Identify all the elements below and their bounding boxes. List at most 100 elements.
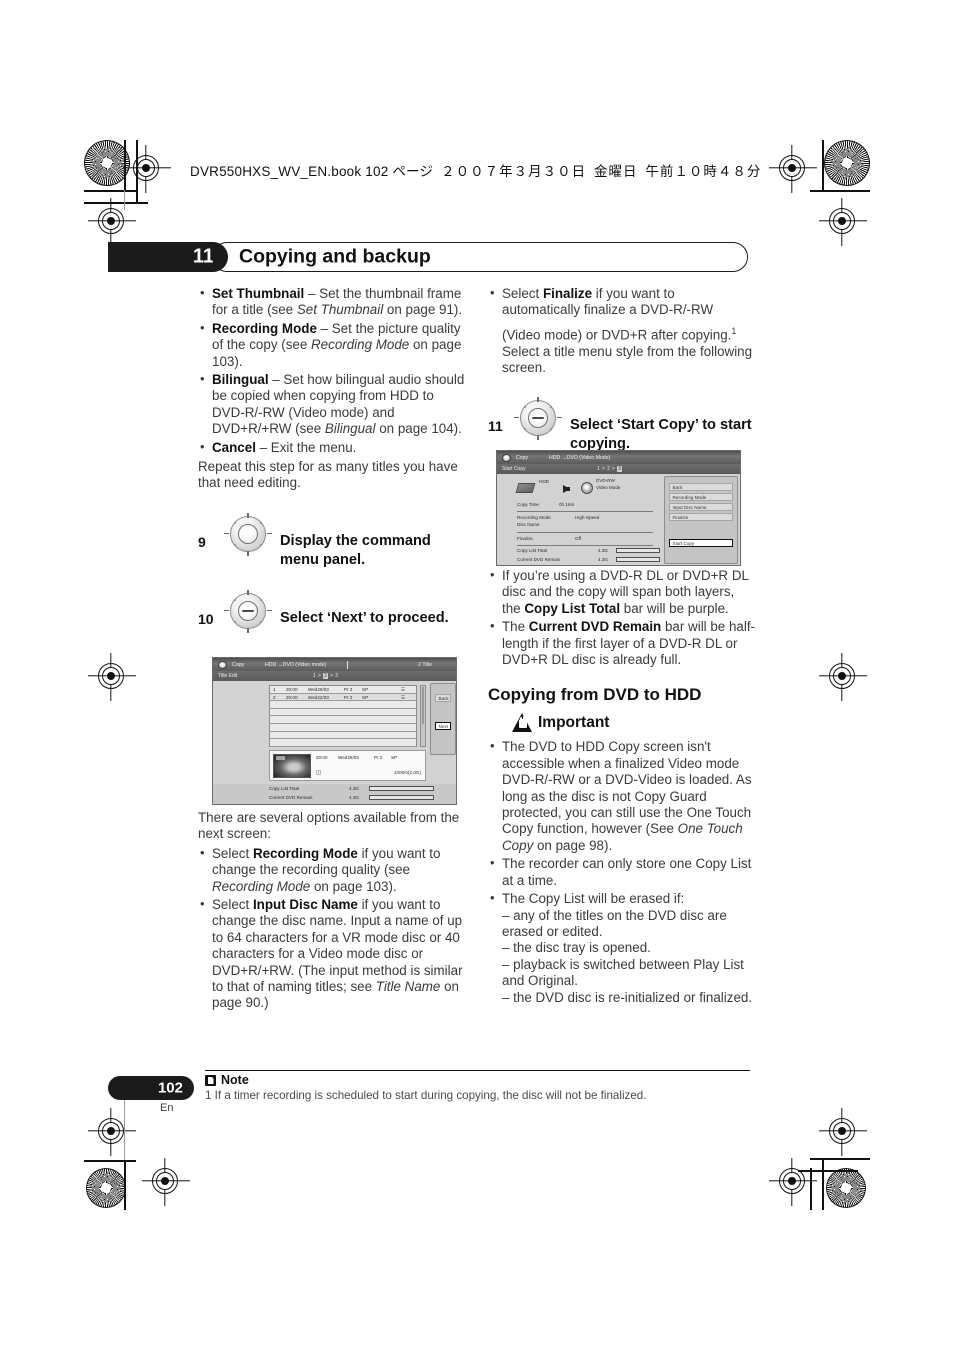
figure2-start-copy-button[interactable]: Start Copy bbox=[669, 539, 733, 547]
step-11: 11 Select ‘Start Copy’ to start copying. bbox=[488, 396, 756, 454]
bullet-italic-ref: Recording Mode bbox=[311, 337, 410, 353]
figure2-app-label: Copy bbox=[516, 454, 529, 461]
figure1-scrollbar[interactable] bbox=[420, 685, 426, 747]
important-bullets: The DVD to HDD Copy screen isn't accessi… bbox=[488, 738, 756, 1006]
disc-icon bbox=[218, 660, 227, 669]
running-header-page: 102 ページ bbox=[365, 164, 434, 179]
copy-list-total-bar bbox=[616, 547, 660, 554]
step-10: 10 Select ‘Next’ to proceed. bbox=[198, 589, 466, 633]
step-11-number: 11 bbox=[488, 417, 503, 434]
running-header-weekday: 金曜日 bbox=[594, 164, 638, 179]
chapter-title-pill: Copying and backup bbox=[212, 242, 748, 272]
step-10-text: Select ‘Next’ to proceed. bbox=[280, 609, 449, 626]
erase-condition: – the disc tray is opened. bbox=[502, 940, 651, 956]
figure1-title-list: 1 20:00 Wed29/03 Pr 2 SP ☰ 2 20:00 Wed22… bbox=[269, 685, 417, 747]
list-item: The DVD to HDD Copy screen isn't accessi… bbox=[488, 738, 756, 854]
dpad-enter-icon bbox=[224, 512, 272, 556]
page-number: 102 bbox=[157, 1079, 183, 1097]
list-item: Select Recording Mode if you want to cha… bbox=[198, 845, 466, 895]
figure1-app-label: Copy bbox=[232, 661, 245, 668]
list-item: If you’re using a DVD-R DL or DVD+R DL d… bbox=[488, 567, 756, 617]
bullet-term: Cancel bbox=[212, 439, 256, 455]
list-item: The Copy List will be erased if: – any o… bbox=[488, 890, 756, 1006]
current-dvd-remain-bar bbox=[616, 556, 660, 563]
list-item: The recorder can only store one Copy Lis… bbox=[488, 855, 756, 889]
table-row-empty bbox=[270, 724, 416, 732]
current-dvd-remain-bar bbox=[369, 794, 434, 801]
figure2-back-button[interactable]: Back bbox=[669, 483, 733, 491]
registration-starburst-top-right bbox=[824, 140, 870, 186]
crop-mark bbox=[124, 140, 126, 190]
left-column-lower: There are several options available from… bbox=[198, 810, 466, 1014]
figure2-source-label: HDD bbox=[539, 479, 549, 484]
erase-condition: – any of the titles on the DVD disc are … bbox=[502, 907, 727, 939]
registration-starburst-bottom-right bbox=[826, 1168, 866, 1208]
registration-mark-left-mid bbox=[98, 663, 124, 689]
crop-mark bbox=[84, 190, 136, 192]
figure2-command-panel: Back Recording Mode Input Disc Name Fina… bbox=[664, 476, 738, 564]
figure2-input-disc-name-button[interactable]: Input Disc Name bbox=[669, 503, 733, 511]
figure1-detail-panel: 20:00 Wed29/03 Pr 2 SP ◫ 1h00m(2.0G) bbox=[269, 750, 426, 781]
table-row-empty bbox=[270, 709, 416, 717]
step-11-text: Select ‘Start Copy’ to start copying. bbox=[570, 416, 752, 452]
step-9-number: 9 bbox=[198, 533, 206, 550]
crop-mark bbox=[84, 1160, 136, 1162]
table-row[interactable]: 2 20:00 Wed22/03 Pr 2 SP ☰ bbox=[270, 693, 416, 702]
list-item: Select Input Disc Name if you want to ch… bbox=[198, 896, 466, 1012]
figure1-next-button[interactable]: Next bbox=[435, 722, 451, 730]
running-header: DVR550HXS_WV_EN.book 102 ページ ２００７年３月３０日 … bbox=[190, 160, 761, 180]
figure2-body: HDD DVD-RW Video Mode Copy Time 0h 16m R… bbox=[497, 474, 740, 565]
figure2-step-indicator: 1 > 2 > 3 bbox=[597, 466, 623, 472]
registration-mark-right-lower bbox=[829, 1118, 855, 1144]
running-header-time: 午前１０時４８分 bbox=[645, 164, 762, 179]
table-row-empty bbox=[270, 701, 416, 709]
figure-start-copy-screen: Copy HDD →DVD (Video Mode) Start Copy 1 … bbox=[496, 450, 741, 566]
section-heading-copying-from-dvd-to-hdd: Copying from DVD to HDD bbox=[488, 685, 702, 705]
table-row-empty bbox=[270, 739, 416, 747]
disc-name-label: Disc Name bbox=[517, 522, 540, 527]
figure1-back-button[interactable]: Back bbox=[435, 694, 451, 702]
footnote-marker: 1 bbox=[731, 325, 737, 336]
erase-condition: – playback is switched between Play List… bbox=[502, 956, 744, 989]
running-header-date: ２００７年３月３０日 bbox=[441, 164, 587, 179]
bullet-term: Finalize bbox=[542, 286, 593, 301]
registration-mark-bottom-left bbox=[152, 1168, 178, 1194]
registration-mark-left-lower bbox=[98, 1118, 124, 1144]
figure2-recording-mode-button[interactable]: Recording Mode bbox=[669, 493, 733, 501]
dvd-disc-icon bbox=[581, 482, 593, 494]
running-header-file: DVR550HXS_WV_EN.book bbox=[190, 164, 362, 179]
bullet-term: Input Disc Name bbox=[252, 897, 358, 913]
figure2-finalize-button[interactable]: Finalize bbox=[669, 513, 733, 521]
right-column-lower: If you’re using a DVD-R DL or DVD+R DL d… bbox=[488, 567, 756, 1008]
recording-mode-label: Recording Mode bbox=[517, 515, 551, 520]
figure2-header-bar: Copy HDD →DVD (Video Mode) bbox=[497, 451, 740, 464]
bullet-term: Bilingual bbox=[212, 372, 269, 388]
registration-starburst-bottom-left bbox=[86, 1168, 126, 1208]
page-language: En bbox=[160, 1102, 174, 1114]
registration-mark-right-mid bbox=[829, 663, 855, 689]
dpad-updown-icon bbox=[224, 589, 272, 633]
right-column: Select Finalize if you want to automatic… bbox=[488, 285, 756, 456]
list-item: Bilingual – Set how bilingual audio shou… bbox=[198, 371, 466, 438]
recording-mode-value: High-Speed bbox=[575, 515, 600, 520]
finalize-bullet: Select Finalize if you want to automatic… bbox=[488, 285, 756, 377]
registration-mark-top-right bbox=[779, 155, 805, 181]
erase-condition: – the DVD disc is re-initialized or fina… bbox=[502, 989, 753, 1005]
table-row[interactable]: 1 20:00 Wed29/03 Pr 2 SP ☰ bbox=[270, 686, 416, 694]
bullet-italic-ref: Set Thumbnail bbox=[296, 302, 384, 318]
important-label: Important bbox=[538, 714, 610, 732]
figure1-screen-label: Title Edit bbox=[218, 673, 238, 679]
bullet-tail: on page 91). bbox=[383, 302, 463, 318]
note-icon bbox=[205, 1075, 216, 1086]
page-title: Copying and backup bbox=[239, 245, 431, 268]
dpad-updown-icon bbox=[514, 396, 562, 440]
figure1-header-bar: Copy HDD →DVD (Video mode) 2 Title bbox=[213, 658, 456, 671]
step-9: 9 Display the command menu panel. bbox=[198, 512, 466, 570]
bullet-term: Copy List Total bbox=[524, 600, 621, 616]
row-handle-icon: ☰ bbox=[401, 687, 406, 693]
step-9-text: Display the command menu panel. bbox=[280, 532, 431, 568]
finalize-label: Finalize bbox=[517, 536, 533, 541]
bullet-italic-ref: Recording Mode bbox=[212, 878, 311, 894]
copy-time-label: Copy Time bbox=[517, 502, 539, 507]
list-item: Cancel – Exit the menu. bbox=[198, 439, 466, 456]
